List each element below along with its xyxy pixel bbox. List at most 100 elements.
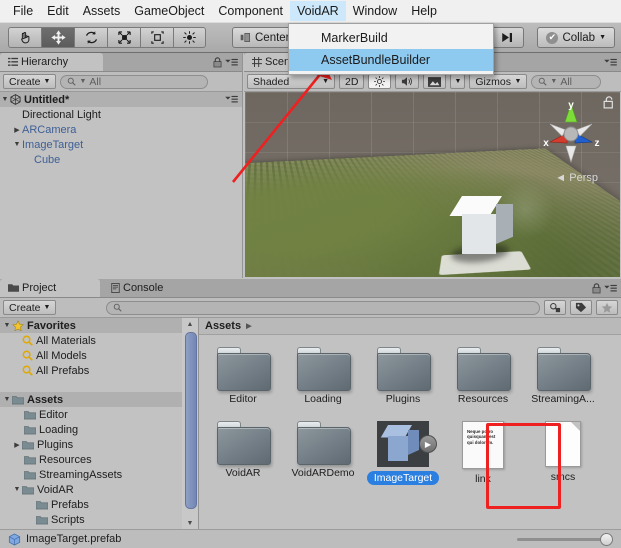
- step-button[interactable]: [490, 27, 524, 48]
- hierarchy-item-directional-light[interactable]: Directional Light: [0, 107, 242, 122]
- chevron-down-icon[interactable]: ▼: [12, 141, 22, 148]
- transform-tool-button[interactable]: [173, 27, 206, 48]
- breadcrumb-assets[interactable]: Assets: [205, 320, 241, 332]
- gizmos-dropdown[interactable]: Gizmos ▼: [469, 74, 528, 89]
- breadcrumb[interactable]: Assets ▶: [199, 318, 621, 335]
- scale-tool-button[interactable]: [107, 27, 140, 48]
- asset-item-imagetarget[interactable]: ▶ ImageTarget: [363, 415, 443, 485]
- project-tree-favorites[interactable]: ▼ Favorites: [0, 318, 182, 333]
- project-tree[interactable]: ▼ Favorites All Materials All Models All…: [0, 318, 183, 529]
- move-tool-button[interactable]: [41, 27, 74, 48]
- asset-item-resources[interactable]: Resources: [443, 341, 523, 405]
- project-tree-all-models[interactable]: All Models: [0, 348, 182, 363]
- tab-hierarchy[interactable]: Hierarchy: [0, 53, 103, 71]
- slider-knob[interactable]: [600, 532, 613, 546]
- chevron-down-icon[interactable]: ▼: [2, 322, 12, 329]
- project-tree-resources[interactable]: Resources: [0, 452, 182, 467]
- project-tab-controls[interactable]: [592, 279, 621, 297]
- scene-effects-toggle[interactable]: [423, 74, 447, 89]
- tab-console[interactable]: Console: [103, 279, 201, 297]
- hand-tool-button[interactable]: [8, 27, 41, 48]
- tab-project[interactable]: Project: [0, 279, 100, 297]
- asset-grid[interactable]: Editor Loading Plugins Resources Streami…: [199, 335, 621, 529]
- asset-item-editor[interactable]: Editor: [203, 341, 283, 405]
- chevron-right-icon[interactable]: ▶: [12, 441, 22, 449]
- project-tree-loading[interactable]: Loading: [0, 422, 182, 437]
- asset-item-link[interactable]: Neque porro quisquam est qui dolorem. li…: [443, 415, 523, 485]
- menu-item-help[interactable]: Help: [404, 1, 444, 21]
- 2d-toggle-button[interactable]: 2D: [339, 74, 365, 89]
- lock-icon[interactable]: [213, 56, 222, 68]
- project-tree-editor[interactable]: Editor: [0, 407, 182, 422]
- asset-item-smcs[interactable]: smcs: [523, 415, 603, 485]
- scene-lighting-toggle[interactable]: [368, 74, 392, 89]
- menu-option-assetbundlebuilder[interactable]: AssetBundleBuilder: [289, 49, 493, 71]
- prefab-open-badge-icon[interactable]: ▶: [419, 435, 437, 453]
- hierarchy-item-cube[interactable]: Cube: [0, 152, 242, 167]
- hierarchy-scene-row[interactable]: ▼ Untitled*: [0, 92, 242, 107]
- asset-label: link: [475, 473, 491, 485]
- asset-item-plugins[interactable]: Plugins: [363, 341, 443, 405]
- icon-size-slider[interactable]: [517, 532, 613, 546]
- project-tree-scripts[interactable]: Scripts: [0, 512, 182, 527]
- project-tree-plugins[interactable]: ▶ Plugins: [0, 437, 182, 452]
- gizmos-label: Gizmos: [475, 75, 511, 88]
- asset-item-streamingassets[interactable]: StreamingA...: [523, 341, 603, 405]
- hierarchy-tree[interactable]: ▼ Untitled* Directional Light ▶ ARCamera…: [0, 92, 242, 278]
- menu-item-voidar[interactable]: VoidAR: [290, 1, 346, 21]
- scene-projection-label[interactable]: ◄ Persp: [555, 172, 598, 184]
- hierarchy-item-arcamera[interactable]: ▶ ARCamera: [0, 122, 242, 137]
- gizmo-lock-icon[interactable]: [603, 96, 614, 112]
- project-tree-prefabs[interactable]: Prefabs: [0, 497, 182, 512]
- scene-viewport[interactable]: y x z ◄ Persp: [245, 92, 620, 277]
- search-icon: [22, 335, 33, 346]
- chevron-down-icon[interactable]: ▼: [0, 96, 10, 103]
- menu-item-assets[interactable]: Assets: [76, 1, 128, 21]
- scene-search-input[interactable]: ▼ All: [531, 74, 602, 89]
- scene-audio-toggle[interactable]: [395, 74, 420, 89]
- collab-button[interactable]: ✔ Collab ▼: [537, 27, 615, 48]
- hierarchy-create-button[interactable]: Create ▼: [3, 74, 57, 89]
- favorite-filter-button[interactable]: [596, 300, 618, 315]
- filter-by-type-button[interactable]: [544, 300, 566, 315]
- rect-tool-button[interactable]: [140, 27, 173, 48]
- console-icon: [111, 283, 120, 293]
- project-tree-assets[interactable]: ▼ Assets: [0, 392, 182, 407]
- project-create-button[interactable]: Create ▼: [3, 300, 57, 315]
- panel-menu-icon[interactable]: [225, 58, 238, 67]
- scroll-down-arrow-icon[interactable]: ▼: [182, 517, 198, 529]
- asset-item-voidar[interactable]: VoidAR: [203, 415, 283, 485]
- project-tree-scrollbar[interactable]: ▲ ▼: [182, 318, 199, 529]
- hierarchy-search-input[interactable]: ▼ All: [60, 74, 209, 89]
- menu-item-file[interactable]: File: [6, 1, 40, 21]
- project-create-label: Create: [9, 301, 41, 314]
- shading-mode-dropdown[interactable]: Shaded ▼: [247, 74, 335, 89]
- chevron-down-icon[interactable]: ▼: [12, 486, 22, 493]
- asset-item-voidardemo[interactable]: VoidARDemo: [283, 415, 363, 485]
- asset-item-loading[interactable]: Loading: [283, 341, 363, 405]
- menu-item-gameobject[interactable]: GameObject: [127, 1, 211, 21]
- chevron-right-icon[interactable]: ▶: [12, 126, 22, 134]
- chevron-down-icon[interactable]: ▼: [2, 396, 12, 403]
- project-search-input[interactable]: [106, 300, 540, 315]
- rotate-tool-button[interactable]: [74, 27, 107, 48]
- filter-by-label-button[interactable]: [570, 300, 592, 315]
- scene-effects-dropdown[interactable]: ▼: [450, 74, 466, 89]
- prefab-cube-icon: [8, 533, 21, 545]
- menu-option-markerbuild[interactable]: MarkerBuild: [289, 27, 493, 49]
- scroll-up-arrow-icon[interactable]: ▲: [182, 318, 198, 330]
- project-tree-streamingassets[interactable]: StreamingAssets: [0, 467, 182, 482]
- scene-orientation-gizmo[interactable]: y x z: [536, 98, 606, 168]
- scene-tab-controls[interactable]: [604, 53, 621, 71]
- menu-item-edit[interactable]: Edit: [40, 1, 76, 21]
- scene-cube-object[interactable]: [449, 196, 514, 258]
- project-tree-all-materials[interactable]: All Materials: [0, 333, 182, 348]
- project-tree-all-prefabs[interactable]: All Prefabs: [0, 363, 182, 378]
- transform-tools-group: [8, 27, 206, 48]
- project-tree-voidar[interactable]: ▼ VoidAR: [0, 482, 182, 497]
- menu-item-window[interactable]: Window: [346, 1, 404, 21]
- menu-item-component[interactable]: Component: [211, 1, 290, 21]
- hierarchy-scene-menu[interactable]: [225, 95, 242, 104]
- hierarchy-item-imagetarget[interactable]: ▼ ImageTarget: [0, 137, 242, 152]
- scrollbar-thumb[interactable]: [185, 332, 197, 509]
